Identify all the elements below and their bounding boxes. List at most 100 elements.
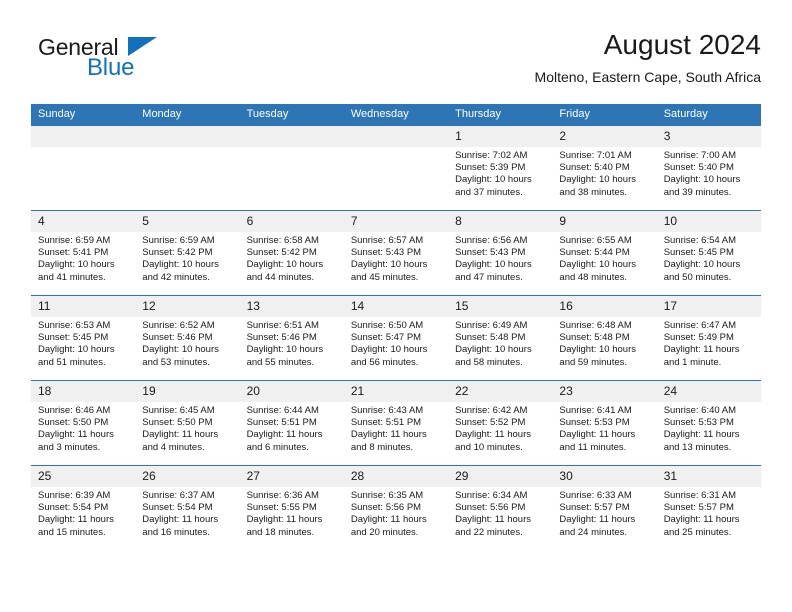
calendar-day-cell[interactable]: 17 Sunrise: 6:47 AM Sunset: 5:49 PM Dayligh… (656, 295, 761, 381)
daylight-duration-line1: Daylight: 10 hours (663, 259, 741, 271)
daylight-duration-line1: Daylight: 10 hours (559, 344, 636, 356)
sunset-time: Sunset: 5:50 PM (142, 417, 213, 429)
calendar-day-cell[interactable]: 27 Sunrise: 6:36 AM Sunset: 5:55 PM Dayligh… (239, 465, 344, 550)
title-block: August 2024 Molteno, Eastern Cape, South… (535, 28, 761, 86)
calendar-day-cell[interactable]: 16 Sunrise: 6:48 AM Sunset: 5:48 PM Dayligh… (552, 295, 657, 381)
sunrise-time: Sunrise: 6:51 AM (246, 320, 319, 331)
calendar-body: 1 Sunrise: 7:02 AM Sunset: 5:39 PM Daylight… (31, 126, 761, 550)
daylight-duration-line1: Daylight: 10 hours (559, 174, 636, 186)
calendar-day-cell-empty (239, 126, 344, 211)
sunset-time: Sunset: 5:56 PM (350, 502, 422, 514)
daylight-duration-line1: Daylight: 11 hours (246, 429, 323, 441)
calendar-day-cell[interactable]: 21 Sunrise: 6:43 AM Sunset: 5:51 PM Dayligh… (343, 380, 449, 466)
sunset-time: Sunset: 5:55 PM (246, 502, 317, 514)
sunset-time: Sunset: 5:50 PM (38, 417, 109, 429)
weekday-header-sunday: Sunday (31, 104, 136, 126)
daylight-duration-line1: Daylight: 11 hours (663, 344, 740, 356)
day-number: 29 (448, 466, 553, 487)
daylight-duration-line2: and 37 minutes. (455, 186, 523, 198)
daylight-duration-line2: and 42 minutes. (142, 271, 210, 283)
sunset-time: Sunset: 5:57 PM (559, 502, 630, 514)
daylight-duration-line2: and 13 minutes. (663, 441, 732, 453)
calendar-day-cell[interactable]: 23 Sunrise: 6:41 AM Sunset: 5:53 PM Dayligh… (552, 380, 657, 466)
calendar-day-cell[interactable]: 24 Sunrise: 6:40 AM Sunset: 5:53 PM Dayligh… (656, 380, 761, 466)
calendar-day-cell[interactable]: 13 Sunrise: 6:51 AM Sunset: 5:46 PM Dayligh… (239, 295, 344, 381)
calendar-day-cell[interactable]: 4 Sunrise: 6:59 AM Sunset: 5:41 PM Daylight… (31, 210, 136, 296)
daylight-duration-line2: and 41 minutes. (38, 271, 106, 283)
sunset-time: Sunset: 5:42 PM (246, 247, 317, 259)
sunrise-time: Sunrise: 6:49 AM (455, 320, 528, 331)
sunrise-time: Sunrise: 6:34 AM (455, 490, 528, 501)
calendar-day-cell[interactable]: 11 Sunrise: 6:53 AM Sunset: 5:45 PM Dayligh… (31, 295, 136, 381)
day-number: 13 (239, 296, 344, 317)
brand-word-blue: Blue (87, 54, 135, 81)
weekday-header-wednesday: Wednesday (343, 104, 449, 126)
daylight-duration-line2: and 10 minutes. (455, 441, 523, 453)
calendar-day-cell[interactable]: 1 Sunrise: 7:02 AM Sunset: 5:39 PM Daylight… (448, 126, 553, 211)
calendar-day-cell[interactable]: 20 Sunrise: 6:44 AM Sunset: 5:51 PM Dayligh… (239, 380, 344, 466)
calendar-day-cell[interactable]: 3 Sunrise: 7:00 AM Sunset: 5:40 PM Daylight… (656, 126, 761, 211)
daylight-duration-line1: Daylight: 11 hours (142, 514, 219, 526)
calendar-day-cell[interactable]: 31 Sunrise: 6:31 AM Sunset: 5:57 PM Dayligh… (656, 465, 761, 550)
brand-logo[interactable]: General Blue (31, 34, 261, 90)
sunrise-time: Sunrise: 6:31 AM (663, 490, 737, 501)
calendar-day-cell[interactable]: 7 Sunrise: 6:57 AM Sunset: 5:43 PM Daylight… (343, 210, 449, 296)
day-details: Sunrise: 6:41 AM Sunset: 5:53 PM Daylight:… (552, 402, 656, 454)
daylight-duration-line1: Daylight: 10 hours (142, 259, 219, 271)
daylight-duration-line2: and 39 minutes. (663, 186, 732, 198)
calendar-day-cell[interactable]: 10 Sunrise: 6:54 AM Sunset: 5:45 PM Dayligh… (656, 210, 761, 296)
calendar-day-cell[interactable]: 30 Sunrise: 6:33 AM Sunset: 5:57 PM Dayligh… (552, 465, 657, 550)
day-details: Sunrise: 6:34 AM Sunset: 5:56 PM Daylight:… (448, 487, 552, 539)
daylight-duration-line1: Daylight: 10 hours (663, 174, 741, 186)
calendar-day-cell[interactable]: 29 Sunrise: 6:34 AM Sunset: 5:56 PM Dayligh… (448, 465, 553, 550)
calendar-day-cell[interactable]: 5 Sunrise: 6:59 AM Sunset: 5:42 PM Daylight… (135, 210, 240, 296)
calendar-day-cell[interactable]: 28 Sunrise: 6:35 AM Sunset: 5:56 PM Dayligh… (343, 465, 449, 550)
calendar-day-cell[interactable]: 8 Sunrise: 6:56 AM Sunset: 5:43 PM Daylight… (448, 210, 553, 296)
sunset-time: Sunset: 5:51 PM (350, 417, 422, 429)
sunrise-time: Sunrise: 6:55 AM (559, 235, 632, 246)
page-header: General Blue August 2024 Molteno, Easter… (31, 28, 761, 100)
day-details: Sunrise: 7:01 AM Sunset: 5:40 PM Daylight:… (552, 147, 656, 199)
daylight-duration-line2: and 59 minutes. (559, 356, 628, 368)
day-number: 11 (31, 296, 136, 317)
day-details: Sunrise: 6:47 AM Sunset: 5:49 PM Daylight:… (657, 317, 761, 369)
weekday-header-thursday: Thursday (448, 104, 553, 126)
sunrise-time: Sunrise: 6:33 AM (559, 490, 632, 501)
calendar-day-cell[interactable]: 22 Sunrise: 6:42 AM Sunset: 5:52 PM Dayligh… (448, 380, 553, 466)
calendar-page: General Blue August 2024 Molteno, Easter… (0, 0, 792, 612)
day-number (239, 126, 344, 147)
sunrise-time: Sunrise: 6:56 AM (455, 235, 528, 246)
calendar-day-cell[interactable]: 2 Sunrise: 7:01 AM Sunset: 5:40 PM Daylight… (552, 126, 657, 211)
sunrise-time: Sunrise: 6:57 AM (350, 235, 424, 246)
sunrise-time: Sunrise: 6:42 AM (455, 405, 528, 416)
calendar-day-cell[interactable]: 6 Sunrise: 6:58 AM Sunset: 5:42 PM Daylight… (239, 210, 344, 296)
day-number: 21 (343, 381, 449, 402)
calendar-week-row: 25 Sunrise: 6:39 AM Sunset: 5:54 PM Dayligh… (31, 465, 761, 550)
sunset-time: Sunset: 5:41 PM (38, 247, 109, 259)
calendar-day-cell[interactable]: 19 Sunrise: 6:45 AM Sunset: 5:50 PM Dayligh… (135, 380, 240, 466)
daylight-duration-line1: Daylight: 11 hours (350, 429, 427, 441)
day-number (343, 126, 449, 147)
day-details: Sunrise: 6:33 AM Sunset: 5:57 PM Daylight:… (552, 487, 656, 539)
daylight-duration-line1: Daylight: 11 hours (142, 429, 219, 441)
daylight-duration-line2: and 16 minutes. (142, 526, 210, 538)
calendar-day-cell[interactable]: 12 Sunrise: 6:52 AM Sunset: 5:46 PM Dayligh… (135, 295, 240, 381)
sunrise-time: Sunrise: 6:37 AM (142, 490, 215, 501)
sunset-time: Sunset: 5:54 PM (38, 502, 109, 514)
sunset-time: Sunset: 5:43 PM (455, 247, 526, 259)
calendar-day-cell[interactable]: 14 Sunrise: 6:50 AM Sunset: 5:47 PM Dayligh… (343, 295, 449, 381)
daylight-duration-line1: Daylight: 11 hours (350, 514, 427, 526)
calendar-day-cell[interactable]: 9 Sunrise: 6:55 AM Sunset: 5:44 PM Daylight… (552, 210, 657, 296)
sunrise-time: Sunrise: 7:00 AM (663, 150, 737, 161)
sunrise-time: Sunrise: 6:36 AM (246, 490, 319, 501)
calendar-day-cell[interactable]: 26 Sunrise: 6:37 AM Sunset: 5:54 PM Dayligh… (135, 465, 240, 550)
day-number: 23 (552, 381, 657, 402)
day-number: 5 (135, 211, 240, 232)
day-details: Sunrise: 6:48 AM Sunset: 5:48 PM Daylight:… (552, 317, 656, 369)
calendar-day-cell[interactable]: 15 Sunrise: 6:49 AM Sunset: 5:48 PM Dayligh… (448, 295, 553, 381)
day-details: Sunrise: 6:39 AM Sunset: 5:54 PM Daylight:… (31, 487, 135, 539)
day-number: 1 (448, 126, 553, 147)
calendar-day-cell[interactable]: 25 Sunrise: 6:39 AM Sunset: 5:54 PM Dayligh… (31, 465, 136, 550)
sunrise-time: Sunrise: 6:52 AM (142, 320, 215, 331)
calendar-day-cell[interactable]: 18 Sunrise: 6:46 AM Sunset: 5:50 PM Dayligh… (31, 380, 136, 466)
